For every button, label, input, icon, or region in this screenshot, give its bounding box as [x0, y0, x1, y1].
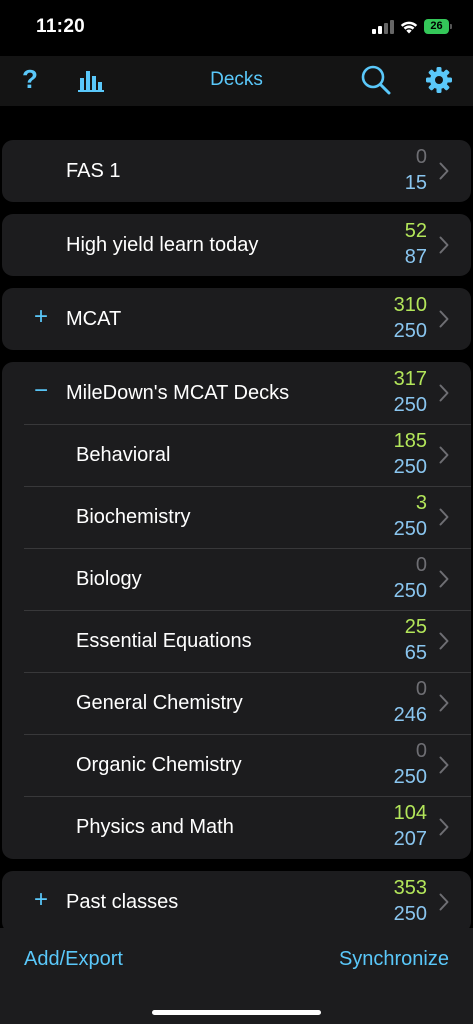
chevron-right-icon — [439, 818, 449, 836]
chevron-right-icon — [439, 162, 449, 180]
new-count: 52 — [404, 220, 427, 242]
new-count: 0 — [415, 554, 427, 576]
subdeck-name: Organic Chemistry — [76, 754, 242, 776]
chevron-right-icon — [439, 756, 449, 774]
subdeck-row-physics-and-math[interactable]: Physics and Math 104 207 — [2, 796, 471, 858]
deck-card-expanded: − MileDown's MCAT Decks 317 250 Behavior… — [2, 362, 471, 859]
page-title: Decks — [210, 69, 263, 90]
chevron-right-icon — [439, 893, 449, 911]
cellular-signal-icon — [372, 20, 394, 34]
deck-card: FAS 1 0 15 — [2, 140, 471, 202]
due-count: 87 — [404, 246, 427, 268]
due-count: 250 — [393, 320, 427, 342]
search-icon[interactable] — [360, 64, 392, 96]
deck-list: FAS 1 0 15 High yield learn today 52 87 … — [0, 106, 473, 933]
new-count: 317 — [393, 368, 427, 390]
deck-row-past-classes[interactable]: + Past classes 353 250 — [2, 871, 471, 933]
status-bar: 11:20 26 — [0, 0, 473, 56]
due-count: 250 — [393, 394, 427, 416]
deck-name: Past classes — [66, 891, 179, 913]
deck-name: High yield learn today — [66, 234, 259, 256]
due-count: 65 — [404, 642, 427, 664]
wifi-icon — [400, 21, 418, 34]
expand-toggle[interactable]: + — [34, 302, 48, 332]
chevron-right-icon — [439, 508, 449, 526]
new-count: 353 — [393, 877, 427, 899]
new-count: 0 — [415, 678, 427, 700]
gear-icon[interactable] — [424, 65, 454, 95]
subdeck-name: Biochemistry — [76, 506, 191, 528]
battery-icon: 26 — [424, 19, 449, 34]
subdeck-name: Essential Equations — [76, 630, 252, 652]
subdeck-name: Biology — [76, 568, 142, 590]
subdeck-row-organic-chemistry[interactable]: Organic Chemistry 0 250 — [2, 734, 471, 796]
due-count: 246 — [393, 704, 427, 726]
subdeck-row-behavioral[interactable]: Behavioral 185 250 — [2, 424, 471, 486]
due-count: 250 — [393, 518, 427, 540]
battery-nub — [450, 24, 452, 29]
deck-card: High yield learn today 52 87 — [2, 214, 471, 276]
subdeck-row-general-chemistry[interactable]: General Chemistry 0 246 — [2, 672, 471, 734]
new-count: 104 — [393, 802, 427, 824]
screen: 11:20 26 ? Decks FAS 1 0 15 High yield l… — [0, 0, 473, 1024]
subdeck-row-biology[interactable]: Biology 0 250 — [2, 548, 471, 610]
bottom-toolbar: Add/Export Synchronize — [0, 928, 473, 1024]
deck-row-high-yield[interactable]: High yield learn today 52 87 — [2, 214, 471, 276]
deck-row-miledown[interactable]: − MileDown's MCAT Decks 317 250 — [2, 362, 471, 424]
subdeck-name: Behavioral — [76, 444, 171, 466]
new-count: 3 — [415, 492, 427, 514]
due-count: 15 — [404, 172, 427, 194]
chevron-right-icon — [439, 236, 449, 254]
chevron-right-icon — [439, 570, 449, 588]
new-count: 0 — [415, 146, 427, 168]
subdeck-name: Physics and Math — [76, 816, 234, 838]
deck-row-fas-1[interactable]: FAS 1 0 15 — [2, 140, 471, 202]
expand-toggle[interactable]: + — [34, 885, 48, 915]
due-count: 250 — [393, 903, 427, 925]
due-count: 207 — [393, 828, 427, 850]
subdeck-row-biochemistry[interactable]: Biochemistry 3 250 — [2, 486, 471, 548]
new-count: 185 — [393, 430, 427, 452]
new-count: 310 — [393, 294, 427, 316]
home-indicator[interactable] — [152, 1010, 321, 1015]
deck-row-mcat[interactable]: + MCAT 310 250 — [2, 288, 471, 350]
due-count: 250 — [393, 580, 427, 602]
chevron-right-icon — [439, 694, 449, 712]
chevron-right-icon — [439, 632, 449, 650]
add-export-button[interactable]: Add/Export — [24, 948, 123, 971]
new-count: 0 — [415, 740, 427, 762]
deck-card: + Past classes 353 250 — [2, 871, 471, 933]
due-count: 250 — [393, 456, 427, 478]
synchronize-button[interactable]: Synchronize — [339, 948, 449, 971]
collapse-toggle[interactable]: − — [34, 376, 48, 406]
navigation-bar: ? Decks — [0, 56, 473, 106]
status-time: 11:20 — [36, 16, 86, 37]
deck-name: MCAT — [66, 308, 122, 330]
deck-name: FAS 1 — [66, 160, 121, 182]
deck-name: MileDown's MCAT Decks — [66, 382, 290, 404]
subdeck-row-essential-equations[interactable]: Essential Equations 25 65 — [2, 610, 471, 672]
chevron-right-icon — [439, 446, 449, 464]
chevron-right-icon — [439, 384, 449, 402]
deck-card: + MCAT 310 250 — [2, 288, 471, 350]
chevron-right-icon — [439, 310, 449, 328]
subdeck-name: General Chemistry — [76, 692, 243, 714]
new-count: 25 — [404, 616, 427, 638]
due-count: 250 — [393, 766, 427, 788]
